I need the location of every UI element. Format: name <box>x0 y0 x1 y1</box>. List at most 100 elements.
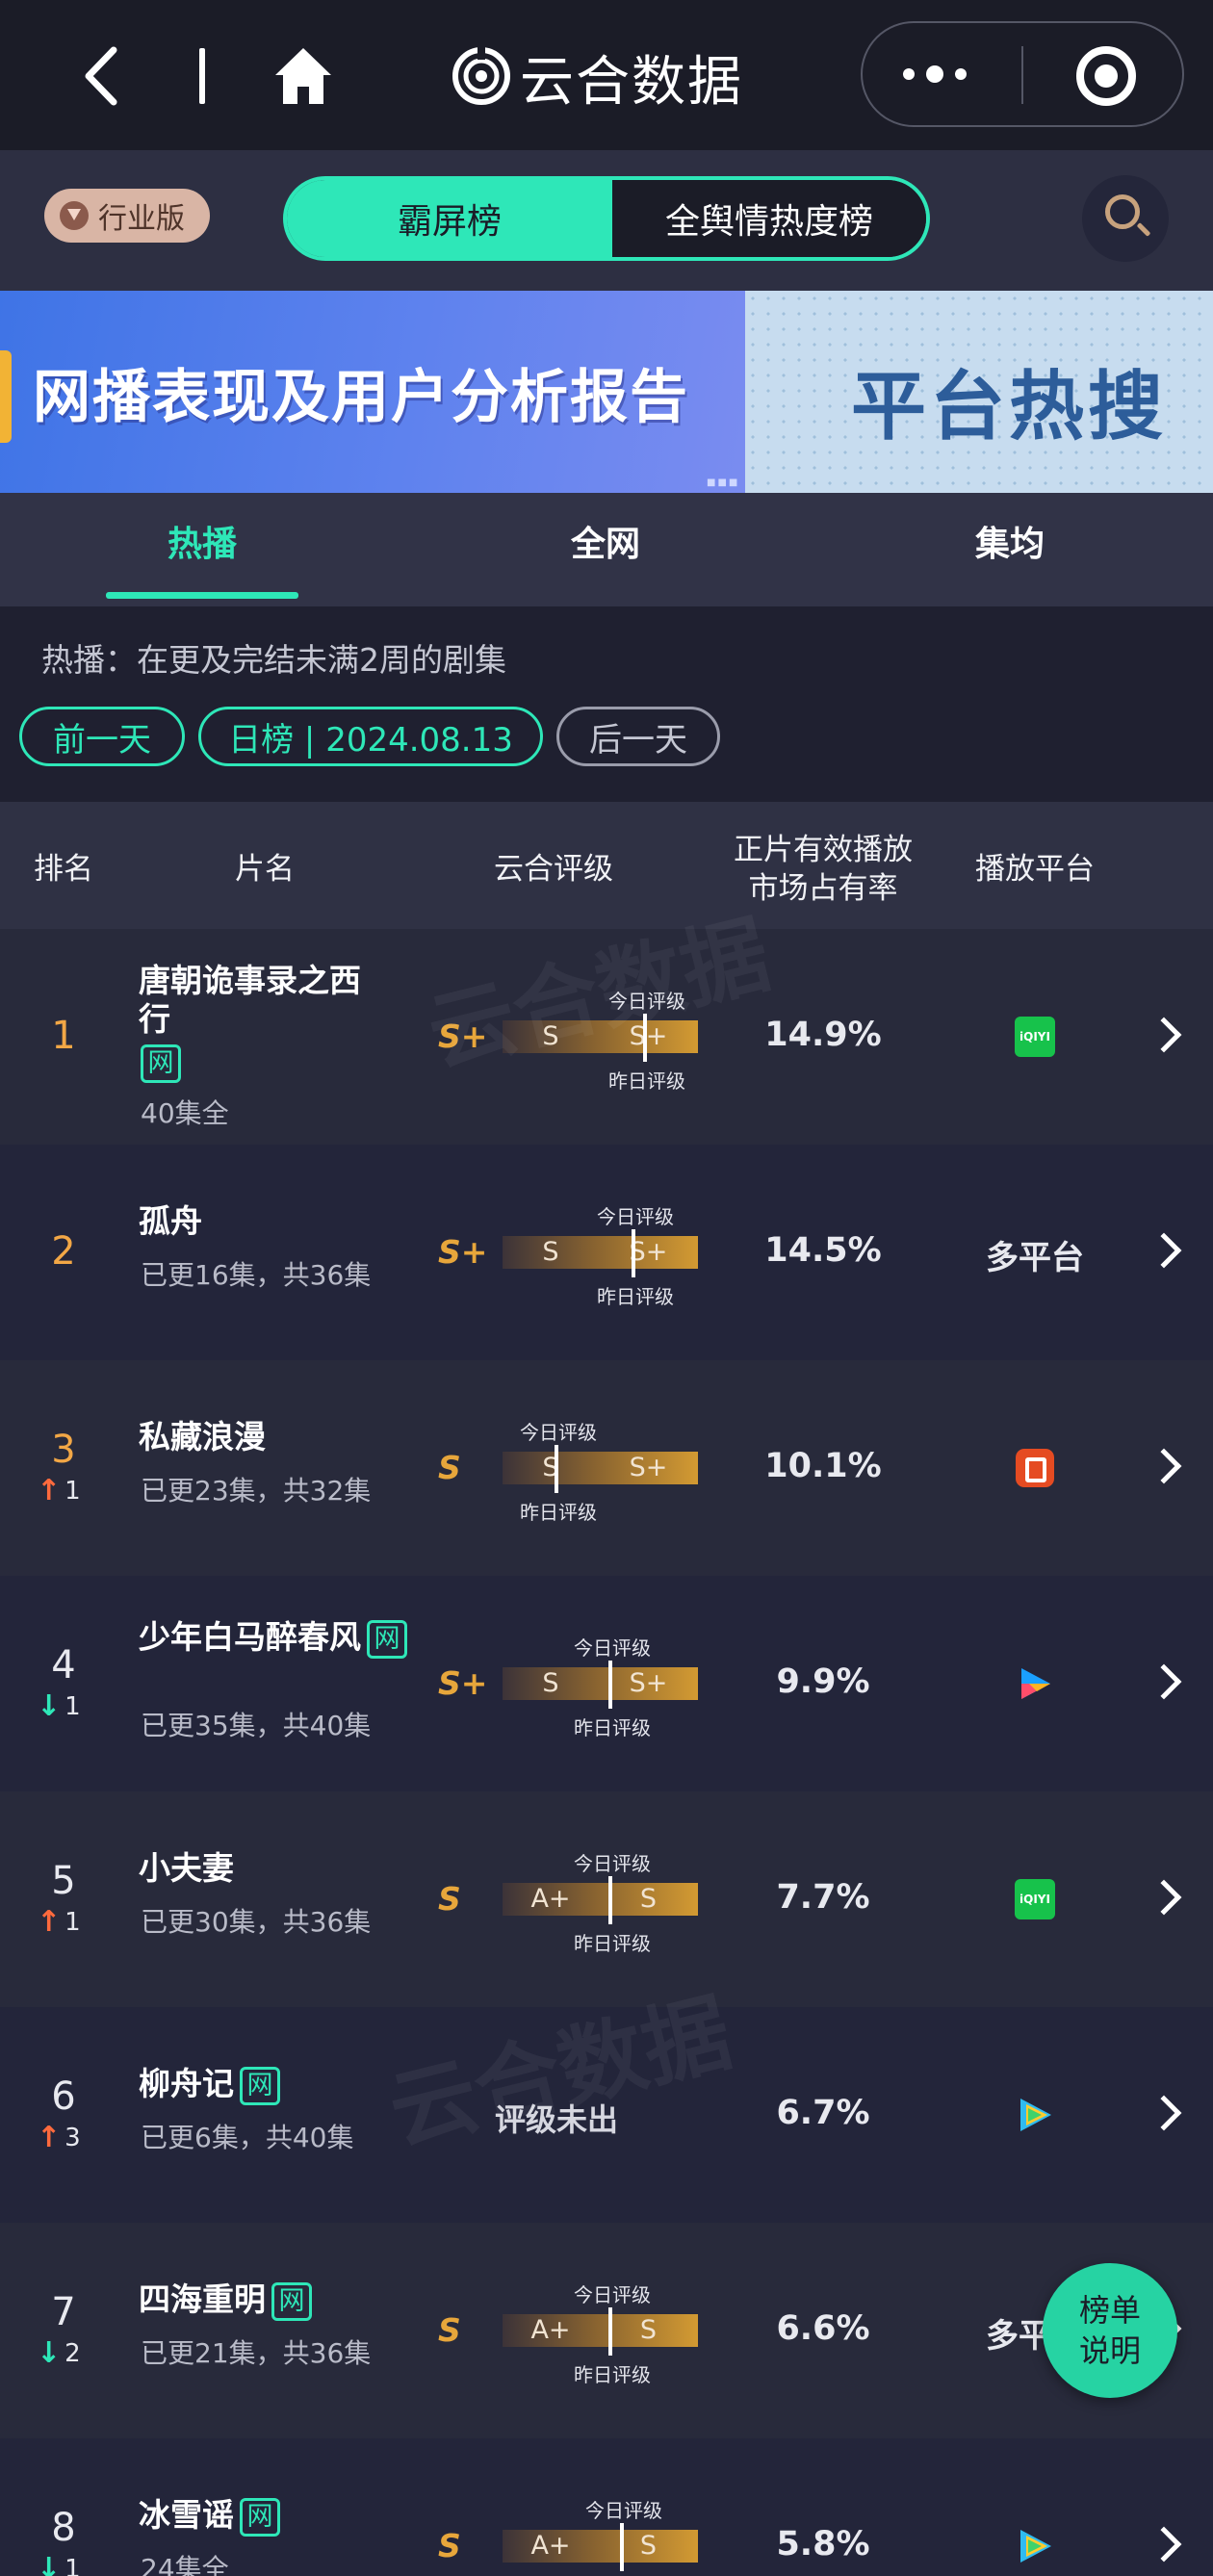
drama-title[interactable]: 唐朝诡事录之西 <box>139 962 389 1000</box>
rank-number: 7 <box>51 2290 76 2334</box>
segment-sentiment-list[interactable]: 全舆情热度榜 <box>612 180 926 257</box>
date-selector[interactable]: 日榜 | 2024.08.13 <box>198 707 543 766</box>
drama-title-text: 四海重明 <box>139 2280 266 2318</box>
episode-info: 24集全 <box>141 2553 229 2576</box>
market-share: 7.7% <box>776 1878 870 1917</box>
rank-change: ↑ 3 <box>37 2121 94 2154</box>
ranking-help-button[interactable]: 榜单 说明 <box>1043 2263 1177 2398</box>
table-header: 排名 片名 云合评级 正片有效播放 市场占有率 播放平台 <box>0 802 1213 929</box>
mgtv-icon <box>1016 1449 1054 1487</box>
today-grade: S+ <box>629 1237 668 1267</box>
today-grade: S+ <box>629 1453 668 1482</box>
rank-number: 5 <box>51 1859 76 1903</box>
grade-bar: S S+ <box>503 1452 698 1484</box>
rank-change: ↓ 1 <box>37 2552 94 2576</box>
prev-day-button[interactable]: 前一天 <box>19 707 185 766</box>
today-grade-tag: 今日评级 <box>520 1421 597 1444</box>
rank-change: ↑ 1 <box>37 1905 94 1939</box>
next-day-button[interactable]: 后一天 <box>556 707 720 766</box>
drama-title[interactable]: 小夫妻 <box>139 1849 543 1888</box>
banner-report[interactable]: 网播表现及用户分析报告 ■■■ <box>0 291 745 493</box>
episode-info: 已更6集，共40集 <box>141 2122 354 2153</box>
iqiyi-icon: iQIYI <box>1015 1879 1055 1919</box>
drama-title[interactable]: 私藏浪漫 <box>139 1418 543 1456</box>
rank-change: ↓ 2 <box>37 2336 94 2370</box>
chevron-right-icon[interactable] <box>1146 2526 1182 2563</box>
header-platform: 播放平台 <box>975 852 1095 887</box>
drama-title-cont[interactable]: 行 <box>139 1000 389 1039</box>
banner-hot-search[interactable]: 平台热搜 <box>745 291 1213 493</box>
arrow-up-icon: ↑ <box>37 2121 62 2154</box>
table-row[interactable]: 5 ↑ 1 小夫妻 已更30集，共36集 S A+ S 今日评级 昨日评级 7.7% iQIYI <box>0 1791 1213 2007</box>
tab-per-episode[interactable]: 集均 <box>975 516 1045 566</box>
drama-title-text: 冰雪谣 <box>139 2496 234 2534</box>
yunhe-grade: S <box>438 1449 461 1486</box>
rank-number: 2 <box>51 1229 76 1274</box>
chevron-right-icon[interactable] <box>1146 1663 1182 1700</box>
back-icon[interactable] <box>75 42 129 110</box>
episode-info: 已更21集，共36集 <box>141 2337 372 2369</box>
header-share-line1: 正片有效播放 <box>734 833 913 867</box>
rank-change-value: 2 <box>65 2338 81 2368</box>
table-row[interactable]: 4 ↓ 1 少年白马醉春风网已更35集，共40集 S+ S S+ 今日评级 昨日评级 9.9% <box>0 1576 1213 1791</box>
table-row[interactable]: 2 孤舟 已更16集，共36集 S+ S S+ 今日评级 昨日评级 14.5% 多平台 <box>0 1145 1213 1360</box>
yesterday-grade: A+ <box>530 2531 571 2561</box>
yunhe-grade: S <box>438 2311 461 2349</box>
edition-badge[interactable]: 行业版 <box>44 189 210 243</box>
help-line2: 说明 <box>1078 2332 1141 2369</box>
tab-hot[interactable]: 热播 <box>168 516 237 566</box>
arrow-down-icon: ↓ <box>37 1689 62 1723</box>
segment-dominance-list[interactable]: 霸屏榜 <box>287 180 612 257</box>
yesterday-grade-tag: 昨日评级 <box>597 1285 674 1308</box>
nav-divider <box>199 48 205 104</box>
rank-number: 8 <box>51 2506 76 2550</box>
market-share: 6.6% <box>776 2309 870 2348</box>
drama-title-text: 柳舟记 <box>139 2065 234 2102</box>
today-grade-tag: 今日评级 <box>585 2499 662 2522</box>
tencent-video-icon <box>1015 2526 1055 2566</box>
capsule-divider <box>1021 46 1023 104</box>
grade-marker <box>632 1229 635 1277</box>
banner-pager-dots: ■■■ <box>707 477 740 488</box>
chevron-right-icon[interactable] <box>1146 1879 1182 1916</box>
more-icon[interactable] <box>888 50 982 98</box>
yunhe-grade: S+ <box>438 1233 488 1271</box>
tab-all-network[interactable]: 全网 <box>571 516 640 566</box>
chevron-right-icon[interactable] <box>1146 2095 1182 2131</box>
ranking-switcher: 霸屏榜 全舆情热度榜 <box>283 176 930 261</box>
search-button[interactable] <box>1082 175 1169 262</box>
grade-marker <box>608 1876 612 1924</box>
grade-bar: S S+ <box>503 1667 698 1700</box>
episode-info: 40集全 <box>141 1097 229 1129</box>
diamond-icon <box>60 201 89 230</box>
table-row[interactable]: 8↓1冰雪谣网24集全SA+S今日评级昨日评级5.8% <box>0 2438 1213 2576</box>
yesterday-grade: S <box>542 1453 559 1482</box>
drama-title[interactable]: 冰雪谣网 <box>139 2496 543 2537</box>
web-series-badge: 网 <box>367 1619 407 1659</box>
drama-title-text: 私藏浪漫 <box>139 1418 266 1455</box>
table-row[interactable]: 7 ↓ 2 四海重明网已更21集，共36集 S A+ S 今日评级 昨日评级 6.6% 多平台 <box>0 2223 1213 2438</box>
close-miniprogram-icon[interactable] <box>1076 46 1136 106</box>
chevron-right-icon[interactable] <box>1146 1448 1182 1484</box>
yesterday-grade: A+ <box>530 2315 571 2345</box>
drama-title-line2: 行 <box>139 1000 170 1038</box>
header-rank: 排名 <box>34 852 93 887</box>
chevron-right-icon[interactable] <box>1146 1017 1182 1053</box>
home-icon[interactable] <box>271 42 335 110</box>
today-grade: S <box>639 1884 658 1914</box>
drama-title[interactable]: 少年白马醉春风网 <box>139 1618 543 1659</box>
table-row[interactable]: 3 ↑ 1 私藏浪漫 已更23集，共32集 S S S+ 今日评级 昨日评级 10.1% <box>0 1360 1213 1576</box>
top-nav-bar: 云合数据 <box>0 0 1213 150</box>
header-title: 片名 <box>235 852 295 887</box>
youku-icon <box>1016 1664 1054 1703</box>
rank-change: ↑ 1 <box>37 1474 94 1507</box>
rank-number: 4 <box>51 1643 76 1687</box>
arrow-down-icon: ↓ <box>37 2552 62 2576</box>
tencent-video-icon <box>1015 2095 1055 2135</box>
market-share: 14.9% <box>764 1016 882 1054</box>
drama-title[interactable]: 四海重明网 <box>139 2280 543 2321</box>
yunhe-grade: S <box>438 1880 461 1918</box>
yunhe-grade: S <box>438 2527 461 2564</box>
episode-info: 已更35集，共40集 <box>141 1710 372 1741</box>
chevron-right-icon[interactable] <box>1146 1232 1182 1269</box>
